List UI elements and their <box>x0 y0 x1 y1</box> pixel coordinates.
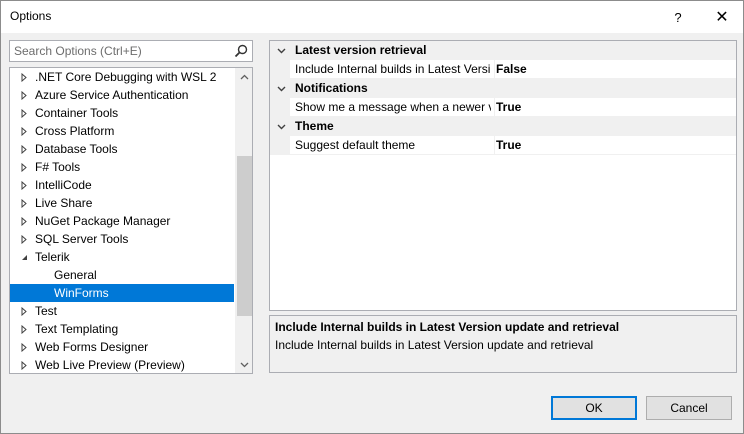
tree-item[interactable]: SQL Server Tools <box>10 230 234 248</box>
tree-item-label: .NET Core Debugging with WSL 2 <box>35 70 217 84</box>
tree-item-label: Test <box>35 304 58 318</box>
collapse-caret-icon[interactable] <box>276 117 286 136</box>
close-button[interactable]: ✕ <box>705 1 739 33</box>
tree-item-label: NuGet Package Manager <box>35 214 171 228</box>
collapsed-arrow-icon[interactable] <box>19 212 29 230</box>
tree-item-label: WinForms <box>54 286 109 300</box>
tree-item[interactable]: Test <box>10 302 234 320</box>
collapse-caret-icon[interactable] <box>276 79 286 98</box>
ok-button[interactable]: OK <box>551 396 637 420</box>
cancel-button[interactable]: Cancel <box>646 396 732 420</box>
tree-item[interactable]: NuGet Package Manager <box>10 212 234 230</box>
tree-item-label: Web Forms Designer <box>35 340 149 354</box>
description-text: Include Internal builds in Latest Versio… <box>275 338 594 352</box>
property-name: Suggest default theme <box>295 138 416 152</box>
collapsed-arrow-icon[interactable] <box>19 122 29 140</box>
collapsed-arrow-icon[interactable] <box>19 68 29 86</box>
tree-item-label: F# Tools <box>35 160 81 174</box>
tree-item[interactable]: .NET Core Debugging with WSL 2 <box>10 68 234 86</box>
collapsed-arrow-icon[interactable] <box>19 104 29 122</box>
category-name: Theme <box>295 119 334 133</box>
tree-item[interactable]: Telerik <box>10 248 234 266</box>
search-icon[interactable] <box>234 44 248 58</box>
tree-item-label: IntelliCode <box>35 178 92 192</box>
tree-item-label: Azure Service Authentication <box>35 88 189 102</box>
scroll-down-icon[interactable] <box>236 356 252 373</box>
property-grid: Latest version retrieval Include Internal… <box>269 40 737 311</box>
collapsed-arrow-icon[interactable] <box>19 176 29 194</box>
property-row[interactable]: Suggest default theme True <box>270 136 736 155</box>
property-gutter <box>270 60 290 79</box>
property-row[interactable]: Show me a message when a newer version i… <box>270 98 736 117</box>
tree-item[interactable]: Web Live Preview (Preview) <box>10 356 234 373</box>
property-row[interactable]: Include Internal builds in Latest Versio… <box>270 60 736 79</box>
window-title: Options <box>10 9 52 23</box>
tree-item-label: Cross Platform <box>35 124 115 138</box>
property-name: Include Internal builds in Latest Versio… <box>295 62 491 76</box>
scroll-thumb[interactable] <box>237 156 252 316</box>
collapse-caret-icon[interactable] <box>276 41 286 60</box>
property-category[interactable]: Notifications <box>270 79 736 98</box>
tree-item[interactable]: Text Templating <box>10 320 234 338</box>
property-category[interactable]: Theme <box>270 117 736 136</box>
collapsed-arrow-icon[interactable] <box>19 338 29 356</box>
tree-item-label: General <box>54 268 97 282</box>
tree-list: .NET Core Debugging with WSL 2 Azure Serv… <box>10 68 234 373</box>
help-button[interactable]: ? <box>661 1 695 33</box>
tree-item[interactable]: Cross Platform <box>10 122 234 140</box>
tree-item-label: Web Live Preview (Preview) <box>35 358 185 372</box>
property-name: Show me a message when a newer version i… <box>295 100 491 114</box>
tree-item[interactable]: WinForms <box>10 284 234 302</box>
tree-item[interactable]: Database Tools <box>10 140 234 158</box>
collapsed-arrow-icon[interactable] <box>19 230 29 248</box>
tree-item-label: Container Tools <box>35 106 119 120</box>
property-value[interactable]: True <box>494 98 521 117</box>
tree-item-label: Live Share <box>35 196 93 210</box>
category-name: Notifications <box>295 81 368 95</box>
tree-item[interactable]: Live Share <box>10 194 234 212</box>
scroll-up-icon[interactable] <box>236 68 252 85</box>
tree-item-label: SQL Server Tools <box>35 232 129 246</box>
property-gutter <box>270 136 290 155</box>
collapsed-arrow-icon[interactable] <box>19 158 29 176</box>
tree-scrollbar[interactable] <box>235 68 252 373</box>
tree-item[interactable]: IntelliCode <box>10 176 234 194</box>
collapsed-arrow-icon[interactable] <box>19 194 29 212</box>
collapsed-arrow-icon[interactable] <box>19 302 29 320</box>
collapsed-arrow-icon[interactable] <box>19 320 29 338</box>
collapsed-arrow-icon[interactable] <box>19 86 29 104</box>
tree-item-label: Text Templating <box>35 322 119 336</box>
category-name: Latest version retrieval <box>295 43 427 57</box>
property-value[interactable]: True <box>494 136 521 155</box>
tree-item[interactable]: Azure Service Authentication <box>10 86 234 104</box>
options-tree: .NET Core Debugging with WSL 2 Azure Serv… <box>9 67 253 374</box>
search-box <box>9 40 253 62</box>
tree-item-label: Database Tools <box>35 142 118 156</box>
property-gutter <box>270 98 290 117</box>
description-title: Include Internal builds in Latest Versio… <box>275 320 620 334</box>
tree-item[interactable]: F# Tools <box>10 158 234 176</box>
collapsed-arrow-icon[interactable] <box>19 140 29 158</box>
expanded-arrow-icon[interactable] <box>19 248 29 266</box>
tree-item-label: Telerik <box>35 250 70 264</box>
search-input[interactable] <box>10 41 230 61</box>
tree-item[interactable]: Container Tools <box>10 104 234 122</box>
title-bar: Options ? ✕ <box>1 1 743 33</box>
description-panel: Include Internal builds in Latest Versio… <box>269 315 737 373</box>
tree-item[interactable]: Web Forms Designer <box>10 338 234 356</box>
tree-item[interactable]: General <box>10 266 234 284</box>
property-category[interactable]: Latest version retrieval <box>270 41 736 60</box>
property-value[interactable]: False <box>494 60 527 79</box>
options-dialog: Options ? ✕ .NET Core Debugging with WSL… <box>0 0 744 434</box>
collapsed-arrow-icon[interactable] <box>19 356 29 373</box>
